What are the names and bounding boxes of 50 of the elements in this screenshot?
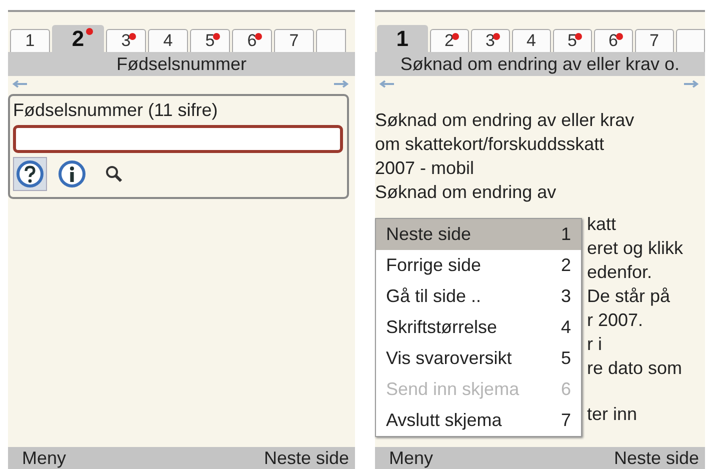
text-line: r i: [587, 334, 602, 354]
page-title: Fødselsnummer: [8, 52, 355, 76]
text-line: r 2007.: [587, 310, 644, 330]
next-page-softkey[interactable]: Neste side: [264, 448, 349, 468]
menu-item[interactable]: Gå til side .. 3: [376, 281, 581, 312]
menu-softkey[interactable]: Meny: [22, 448, 66, 468]
help-icon: [16, 160, 44, 188]
tab[interactable]: 7: [274, 29, 314, 52]
tab[interactable]: 5: [552, 29, 592, 52]
text-line: Søknad om endring av eller krav: [375, 109, 636, 132]
text-line: re dato som: [587, 358, 682, 378]
tab[interactable]: 4: [148, 29, 188, 52]
text-line: edenfor.: [587, 262, 652, 282]
tab[interactable]: 4: [512, 29, 551, 52]
right-arrow-icon[interactable]: [683, 80, 699, 88]
tab[interactable]: 3: [106, 29, 146, 52]
text-line: katt: [587, 214, 616, 234]
tab[interactable]: 5: [190, 29, 230, 52]
menu-item[interactable]: Neste side 1: [376, 219, 581, 250]
menu-item[interactable]: Vis svaroversikt 5: [376, 343, 581, 374]
text-line: ter inn: [587, 404, 638, 424]
menu-softkey[interactable]: Meny: [389, 448, 434, 468]
menu-item[interactable]: Forrige side 2: [376, 250, 581, 281]
next-page-softkey[interactable]: Neste side: [614, 448, 699, 468]
text-line: De står på: [587, 286, 670, 306]
text-line: eret og klikk: [587, 238, 684, 258]
menu-item[interactable]: Avslutt skjema 7: [376, 405, 581, 436]
tab[interactable]: 2: [52, 25, 104, 52]
input-field[interactable]: [13, 125, 343, 153]
page-title: Søknad om endring av eller krav o.: [375, 52, 705, 76]
tab[interactable]: 7: [634, 29, 674, 52]
menu-item[interactable]: Skriftstørrelse 4: [376, 312, 581, 343]
field-label: Fødselsnummer (11 sifre): [13, 100, 219, 121]
left-arrow-icon[interactable]: [12, 80, 28, 88]
text-line: 2007 - mobil: [375, 157, 476, 180]
text-line: Søknad om endring av: [375, 181, 558, 204]
tab[interactable]: 6: [594, 29, 633, 52]
tab[interactable]: 3: [470, 29, 510, 52]
tab[interactable]: 1: [377, 25, 428, 52]
tab[interactable]: 6: [232, 29, 272, 52]
help-button[interactable]: [13, 157, 47, 191]
tab[interactable]: 2: [430, 29, 469, 52]
text-line: om skattekort/forskuddsskatt: [375, 133, 606, 156]
info-icon: [58, 160, 86, 188]
tab[interactable]: 1: [10, 29, 50, 52]
right-arrow-icon[interactable]: [333, 80, 349, 88]
search-icon: [104, 164, 124, 184]
tab[interactable]: [316, 29, 346, 52]
tab[interactable]: [676, 29, 705, 52]
left-arrow-icon[interactable]: [379, 80, 395, 88]
